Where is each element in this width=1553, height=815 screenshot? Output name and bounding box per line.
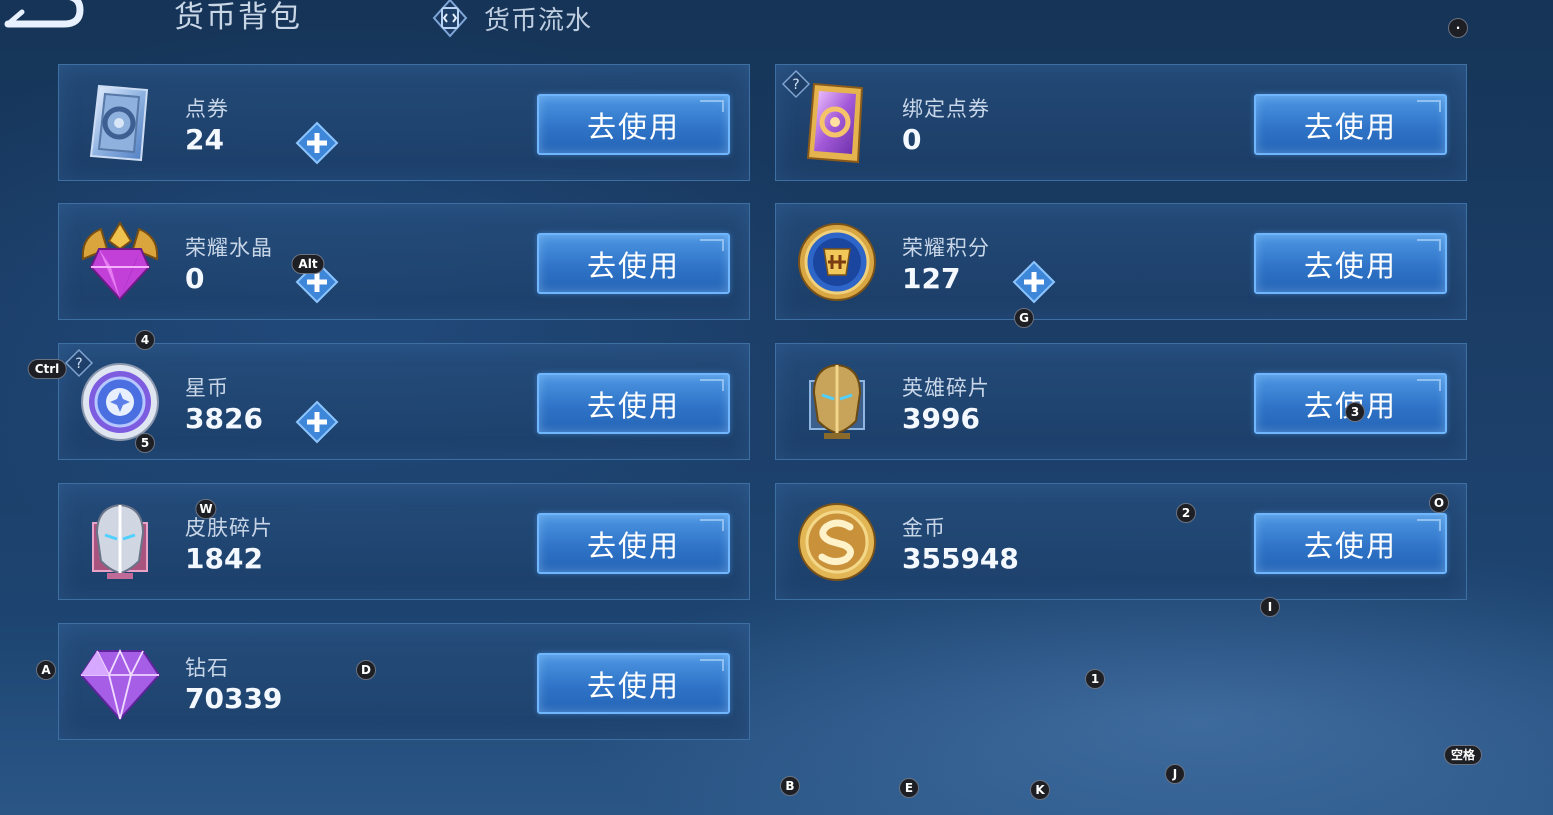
currency-card-gold-coin: 金币 355948 去使用 (775, 483, 1467, 600)
use-button[interactable]: 去使用 (537, 513, 730, 574)
currency-name: 金币 (902, 516, 946, 540)
key-hint-g: G (1014, 308, 1034, 328)
page-title: 货币背包 (174, 0, 302, 35)
key-hint-k: K (1030, 780, 1050, 800)
key-hint-space: 空格 (1443, 745, 1483, 765)
use-button[interactable]: 去使用 (1254, 94, 1447, 155)
currency-card-star-coin: ? 星币 3826 去使用 (58, 343, 750, 460)
currency-name: 星币 (185, 376, 229, 400)
skin-fragment-icon (92, 503, 148, 579)
key-hint-ctrl: Ctrl (27, 359, 67, 379)
key-hint-b: B (780, 776, 800, 796)
currency-amount: 1842 (185, 542, 263, 575)
coupon-icon (89, 84, 149, 162)
currency-flow-tab[interactable]: 货币流水 (430, 0, 593, 38)
currency-name: 钻石 (185, 656, 229, 680)
currency-amount: 0 (902, 123, 922, 156)
use-button[interactable]: 去使用 (537, 94, 730, 155)
use-button[interactable]: 去使用 (537, 373, 730, 434)
glory-points-icon (798, 223, 876, 301)
currency-name: 点券 (185, 97, 229, 121)
key-hint-i: I (1260, 597, 1280, 617)
currency-card-coupon: 点券 24 去使用 (58, 64, 750, 181)
currency-amount: 127 (902, 262, 961, 295)
use-button[interactable]: 去使用 (1254, 233, 1447, 294)
currency-amount: 24 (185, 123, 224, 156)
currency-card-glory-crystal: 荣耀水晶 0 去使用 (58, 203, 750, 320)
currency-card-glory-points: 荣耀积分 127 去使用 (775, 203, 1467, 320)
key-hint-1: 1 (1085, 669, 1105, 689)
key-hint-3: 3 (1345, 402, 1365, 422)
currency-amount: 70339 (185, 682, 283, 715)
currency-amount: 0 (185, 262, 205, 295)
currency-amount: 3826 (185, 402, 263, 435)
currency-card-bound-coupon: ? 绑定点券 0 去使用 (775, 64, 1467, 181)
glory-crystal-icon (81, 221, 159, 301)
key-hint-a: A (36, 660, 56, 680)
star-coin-icon (81, 363, 159, 441)
key-hint-o: O (1429, 493, 1449, 513)
key-hint-dot: · (1448, 18, 1468, 38)
flow-icon (432, 0, 468, 38)
use-button[interactable]: 去使用 (537, 233, 730, 294)
back-arrow-icon[interactable] (0, 0, 90, 34)
currency-amount: 3996 (902, 402, 980, 435)
add-icon[interactable] (1012, 260, 1056, 304)
key-hint-w: W (195, 499, 217, 519)
key-hint-d: D (356, 660, 376, 680)
add-icon[interactable] (295, 400, 339, 444)
currency-card-skin-fragment: 皮肤碎片 1842 去使用 (58, 483, 750, 600)
key-hint-4: 4 (135, 330, 155, 350)
diamond-icon (79, 648, 161, 721)
currency-name: 荣耀水晶 (185, 236, 273, 260)
use-button[interactable]: 去使用 (1254, 513, 1447, 574)
gold-coin-icon (798, 503, 876, 581)
bound-coupon-icon (806, 82, 864, 164)
add-icon[interactable] (295, 121, 339, 165)
use-button[interactable]: 去使用 (537, 653, 730, 714)
key-hint-e: E (899, 778, 919, 798)
hero-fragment-icon (809, 363, 865, 439)
key-hint-2: 2 (1176, 503, 1196, 523)
currency-card-diamond: 钻石 70339 去使用 (58, 623, 750, 740)
currency-flow-label: 货币流水 (484, 5, 593, 36)
key-hint-5: 5 (135, 433, 155, 453)
currency-name: 绑定点券 (902, 97, 990, 121)
currency-card-hero-fragment: 英雄碎片 3996 去使用 (775, 343, 1467, 460)
key-hint-alt: Alt (291, 254, 325, 274)
currency-name: 英雄碎片 (902, 376, 990, 400)
currency-amount: 355948 (902, 542, 1019, 575)
currency-name: 荣耀积分 (902, 236, 990, 260)
key-hint-j: J (1165, 764, 1185, 784)
